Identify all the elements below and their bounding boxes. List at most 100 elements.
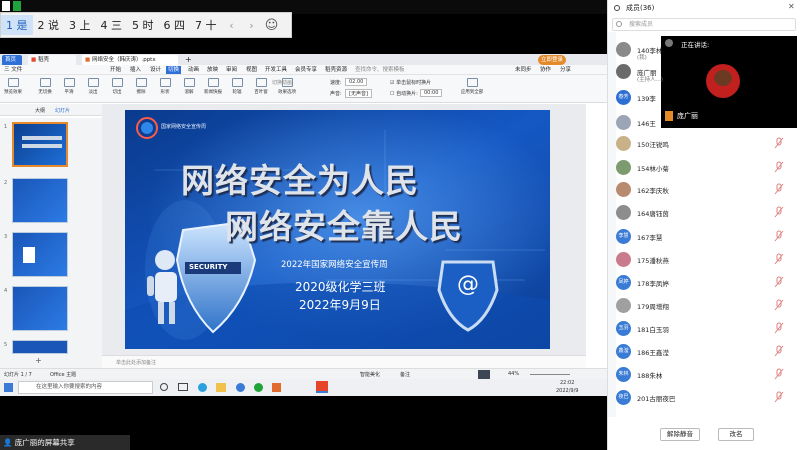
- command-search[interactable]: 查找命令、搜索模板: [355, 66, 405, 74]
- ime-candidate[interactable]: 2 说: [33, 15, 65, 35]
- share-button[interactable]: 分享: [560, 66, 571, 74]
- menu-slideshow[interactable]: 放映: [207, 66, 218, 74]
- folder-icon[interactable]: [216, 383, 226, 392]
- muted-mic-icon[interactable]: [774, 161, 784, 173]
- ime-next-icon[interactable]: ›: [242, 19, 262, 32]
- add-slide-button[interactable]: +: [35, 356, 42, 365]
- member-row[interactable]: 李慧 167李慧: [616, 227, 798, 249]
- muted-mic-icon[interactable]: [774, 322, 784, 334]
- muted-mic-icon[interactable]: [774, 206, 784, 218]
- menu-animation[interactable]: 动画: [188, 66, 199, 74]
- menu-insert[interactable]: 插入: [130, 66, 141, 74]
- transition-dissolve[interactable]: 溶解: [178, 78, 200, 95]
- transition-fade[interactable]: 淡出: [82, 78, 104, 95]
- muted-mic-icon[interactable]: [774, 391, 784, 403]
- sound-select[interactable]: [无声音]: [345, 89, 372, 98]
- auto-switch-checkbox[interactable]: ☐ 自动换片:: [390, 90, 418, 97]
- login-badge[interactable]: 立即登录: [538, 55, 567, 65]
- ime-candidate[interactable]: 7 十: [190, 15, 222, 35]
- menu-docer-resources[interactable]: 稻壳资源: [325, 66, 347, 74]
- sync-status[interactable]: 未同步: [515, 66, 532, 74]
- tab-docer[interactable]: ■ 稻壳: [28, 55, 76, 65]
- ime-candidate[interactable]: 5 时: [127, 15, 159, 35]
- transition-none[interactable]: 无切换: [34, 78, 56, 95]
- smart-beautify-button[interactable]: 智能美化: [360, 371, 380, 378]
- app-icon[interactable]: [236, 383, 245, 392]
- menu-dev-tools[interactable]: 开发工具: [265, 66, 287, 74]
- speed-input[interactable]: 02.00: [345, 78, 368, 86]
- preview-effect-button[interactable]: 预览效果: [2, 78, 24, 95]
- zoom-slider[interactable]: [530, 374, 570, 375]
- menu-start[interactable]: 开始: [110, 66, 121, 74]
- muted-mic-icon[interactable]: [774, 299, 784, 311]
- transition-cut[interactable]: 切出: [106, 78, 128, 95]
- transition-shape[interactable]: 形状: [154, 78, 176, 95]
- menu-review[interactable]: 审阅: [226, 66, 237, 74]
- member-row[interactable]: 140李林 (我): [616, 40, 798, 62]
- member-row[interactable]: 179周增翔: [616, 296, 798, 318]
- member-row[interactable]: 154林小菊: [616, 158, 798, 180]
- muted-mic-icon[interactable]: [774, 276, 784, 288]
- member-row[interactable]: 春芳 139李: [616, 88, 798, 110]
- rename-button[interactable]: 改名: [718, 428, 754, 441]
- tab-outline[interactable]: 大纲: [35, 107, 45, 114]
- new-tab-button[interactable]: +: [182, 55, 195, 65]
- cortana-icon[interactable]: [160, 383, 168, 391]
- task-view-icon[interactable]: [178, 383, 188, 391]
- menu-member[interactable]: 会员专享: [295, 66, 317, 74]
- wps-icon[interactable]: [316, 381, 328, 393]
- member-row[interactable]: 164唐钰茵: [616, 203, 798, 225]
- ime-candidate[interactable]: 1 是: [1, 15, 33, 35]
- muted-mic-icon[interactable]: [774, 368, 784, 380]
- close-icon[interactable]: ✕: [788, 2, 795, 11]
- collaborate-button[interactable]: 协作: [540, 66, 551, 74]
- mouse-switch-checkbox[interactable]: ☑ 单击鼠标时换片: [390, 79, 431, 86]
- muted-mic-icon[interactable]: [774, 345, 784, 357]
- ime-prev-icon[interactable]: ‹: [222, 19, 242, 32]
- ime-candidate[interactable]: 4 三: [96, 15, 128, 35]
- member-row[interactable]: 146王: [616, 113, 798, 135]
- transition-wipe[interactable]: 擦除: [130, 78, 152, 95]
- menu-design[interactable]: 设计: [150, 66, 161, 74]
- apply-all-button[interactable]: 应用到全部: [455, 78, 489, 95]
- muted-mic-icon[interactable]: [774, 183, 784, 195]
- menu-view[interactable]: 视图: [246, 66, 257, 74]
- transition-blinds[interactable]: 百叶窗: [250, 78, 272, 95]
- member-row[interactable]: 鑫滢 186王鑫滢: [616, 342, 798, 364]
- transition-smooth[interactable]: 平滑: [58, 78, 80, 95]
- slide-thumbnail[interactable]: [12, 122, 68, 167]
- windows-start-icon[interactable]: [4, 383, 13, 392]
- slide-thumbnail[interactable]: [12, 178, 68, 223]
- unmute-all-button[interactable]: 解除静音: [660, 428, 700, 441]
- member-row[interactable]: 162李庆秋: [616, 180, 798, 202]
- slide-thumbnail[interactable]: [12, 286, 68, 331]
- menu-transition[interactable]: 切换: [166, 66, 182, 74]
- slide-thumbnail[interactable]: [12, 340, 68, 354]
- tab-home[interactable]: 首页: [2, 55, 22, 65]
- ime-emoji-icon[interactable]: ☺: [262, 18, 282, 33]
- slide-thumbnail[interactable]: [12, 232, 68, 277]
- member-row[interactable]: 夜巴 201古丽夜巴: [616, 388, 798, 410]
- play-slideshow-icon[interactable]: [478, 370, 490, 379]
- member-row[interactable]: 庞广丽 (主持人...): [616, 62, 798, 84]
- member-row[interactable]: 凤婷 178李凤婷: [616, 273, 798, 295]
- transition-wheel[interactable]: 轮辐: [226, 78, 248, 95]
- tab-slides[interactable]: 幻灯片: [55, 107, 70, 114]
- notes-pane[interactable]: 单击此处添加备注: [102, 355, 586, 368]
- member-row[interactable]: 175潘秋燕: [616, 250, 798, 272]
- menu-file[interactable]: 三 文件: [4, 66, 22, 74]
- edge-icon[interactable]: [198, 383, 207, 392]
- member-row[interactable]: 玉羽 181白玉羽: [616, 319, 798, 341]
- member-search-input[interactable]: 搜索成员: [612, 18, 796, 31]
- taskbar-search-input[interactable]: 在这里输入你要搜索的内容: [18, 381, 153, 394]
- muted-mic-icon[interactable]: [774, 253, 784, 265]
- slide-canvas[interactable]: 国家网络安全宣传周 网络安全为人民 网络安全靠人民 2022年国家网络安全宣传周…: [125, 110, 550, 349]
- ime-candidate[interactable]: 3 上: [64, 15, 96, 35]
- member-row[interactable]: 150汪锐鸣: [616, 134, 798, 156]
- muted-mic-icon[interactable]: [774, 230, 784, 242]
- muted-mic-icon[interactable]: [774, 137, 784, 149]
- auto-switch-time[interactable]: 00:00: [420, 89, 443, 97]
- app-icon[interactable]: [254, 383, 263, 392]
- notes-toggle[interactable]: 备注: [400, 371, 410, 378]
- app-icon[interactable]: [272, 383, 281, 392]
